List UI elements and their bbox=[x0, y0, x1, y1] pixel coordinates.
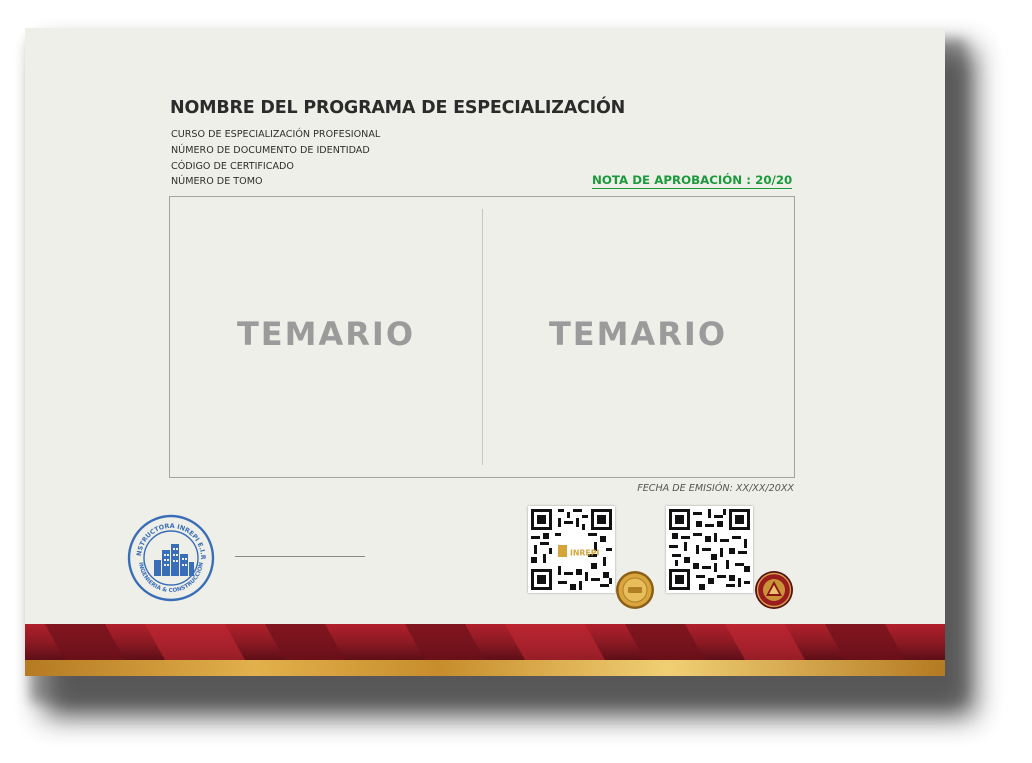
course-type-line: CURSO DE ESPECIALIZACIÓN PROFESIONAL bbox=[171, 129, 381, 140]
certificate-code-line: CÓDIGO DE CERTIFICADO bbox=[171, 160, 294, 172]
decorative-band bbox=[25, 624, 945, 676]
program-title: NOMBRE DEL PROGRAMA DE ESPECIALIZACIÓN bbox=[170, 98, 626, 118]
red-medal-icon bbox=[755, 571, 793, 609]
qr-code-icon[interactable]: INREPI bbox=[528, 506, 615, 593]
page: NOMBRE DEL PROGRAMA DE ESPECIALIZACIÓN C… bbox=[0, 0, 1032, 763]
company-seal-icon: CONSTRUCTORA INREPI E.I.R.L INGENIERIA &… bbox=[127, 514, 215, 602]
grade-label: NOTA DE APROBACIÓN : 20/20 bbox=[592, 173, 793, 189]
certificate-info-lines: CURSO DE ESPECIALIZACIÓN PROFESIONAL NÚM… bbox=[171, 127, 380, 190]
gold-medal-icon bbox=[616, 571, 654, 609]
volume-number-line: NÚMERO DE TOMO bbox=[171, 176, 263, 188]
svg-text:INREPI: INREPI bbox=[570, 549, 599, 558]
qr-code-icon[interactable] bbox=[666, 506, 753, 593]
issue-date: FECHA DE EMISIÓN: XX/XX/20XX bbox=[637, 483, 794, 494]
syllabus-left: TEMARIO bbox=[236, 315, 416, 353]
syllabus-box: TEMARIO TEMARIO bbox=[169, 196, 795, 478]
id-number-line: NÚMERO DE DOCUMENTO DE IDENTIDAD bbox=[171, 144, 370, 156]
certificate: NOMBRE DEL PROGRAMA DE ESPECIALIZACIÓN C… bbox=[25, 28, 945, 676]
signature-line bbox=[235, 556, 365, 557]
syllabus-right: TEMARIO bbox=[548, 315, 728, 353]
